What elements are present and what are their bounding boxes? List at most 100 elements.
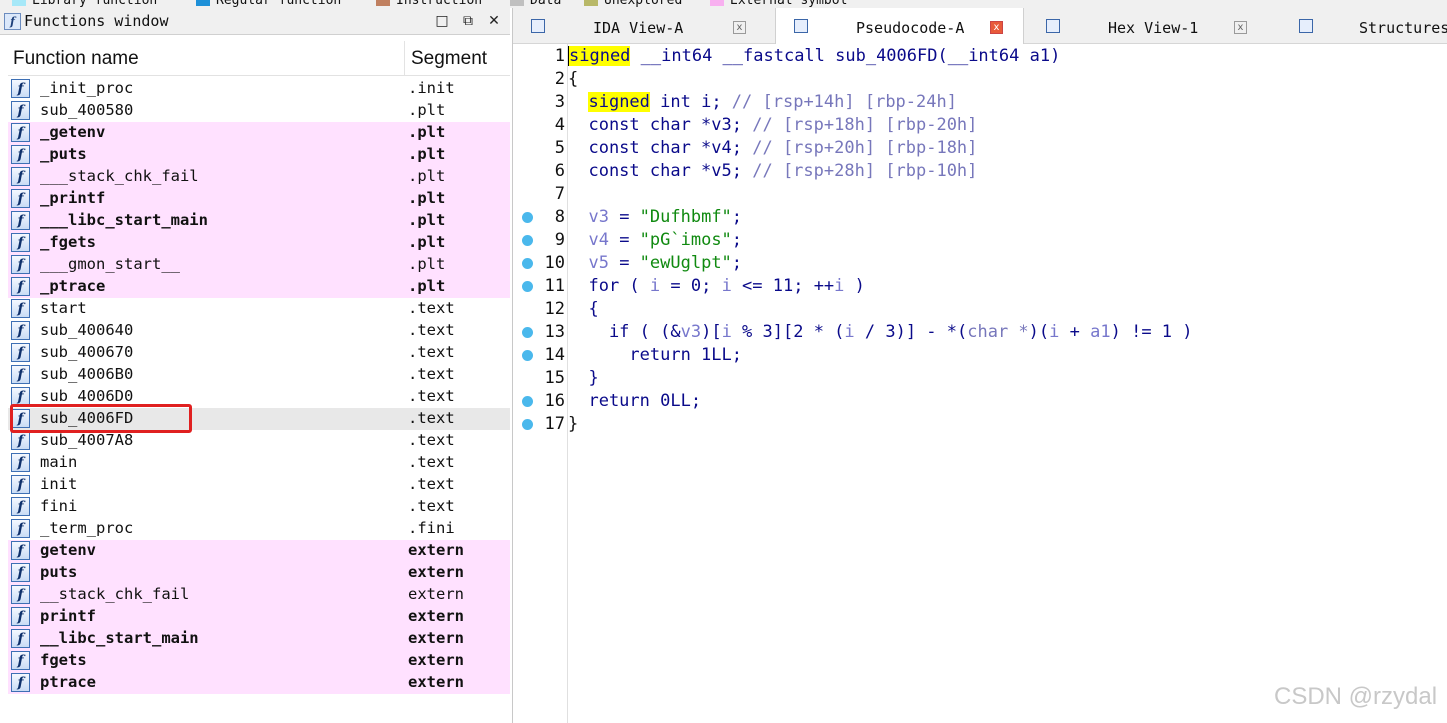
function-row[interactable]: f ___gmon_start__ .plt bbox=[8, 254, 510, 276]
code-line[interactable]: 3 signed int i; // [rsp+14h] [rbp-24h] bbox=[513, 91, 1447, 114]
function-row[interactable]: f __stack_chk_fail extern bbox=[8, 584, 510, 606]
code-token: v4 bbox=[568, 230, 609, 250]
code-token: char * bbox=[967, 322, 1029, 342]
function-segment: extern bbox=[408, 673, 464, 691]
function-row[interactable]: f ptrace extern bbox=[8, 672, 510, 694]
code-token: ; bbox=[731, 230, 743, 250]
function-row[interactable]: f getenv extern bbox=[8, 540, 510, 562]
code-text: if ( (&v3)[i % 3][2 * (i / 3)] - *(char … bbox=[568, 322, 1193, 342]
tab-close-icon[interactable]: x bbox=[990, 21, 1003, 34]
function-row[interactable]: f puts extern bbox=[8, 562, 510, 584]
pseudocode-view[interactable]: 1 signed __int64 __fastcall sub_4006FD(__… bbox=[513, 44, 1447, 723]
gutter-divider bbox=[567, 44, 568, 723]
function-row[interactable]: f _ptrace .plt bbox=[8, 276, 510, 298]
code-token: const char *v4; bbox=[568, 138, 753, 158]
function-row[interactable]: f sub_4006B0 .text bbox=[8, 364, 510, 386]
function-row[interactable]: f _init_proc .init bbox=[8, 78, 510, 100]
code-line[interactable]: 2{ bbox=[513, 68, 1447, 91]
code-token: } bbox=[568, 414, 579, 434]
code-text: signed __int64 __fastcall sub_4006FD(__i… bbox=[568, 46, 1060, 66]
annotation-highlight-box bbox=[10, 404, 192, 433]
tab-hex-view-1[interactable]: Hex View-1 x bbox=[1028, 8, 1274, 43]
code-line[interactable]: 4 const char *v3; // [rsp+18h] [rbp-20h] bbox=[513, 114, 1447, 137]
code-line[interactable]: 12 { bbox=[513, 298, 1447, 321]
function-icon: f bbox=[11, 629, 30, 648]
function-name: printf bbox=[40, 607, 96, 625]
code-line[interactable]: 1 signed __int64 __fastcall sub_4006FD(__… bbox=[513, 45, 1447, 68]
code-token: signed bbox=[568, 46, 631, 66]
function-row[interactable]: f fgets extern bbox=[8, 650, 510, 672]
function-segment: .text bbox=[408, 431, 455, 449]
code-token: v3 bbox=[680, 322, 702, 342]
function-row[interactable]: f start .text bbox=[8, 298, 510, 320]
tab-pseudocode-a[interactable]: Pseudocode-A x bbox=[775, 8, 1024, 44]
code-line[interactable]: 9 v4 = "pG`imos"; bbox=[513, 229, 1447, 252]
column-separator[interactable] bbox=[404, 41, 405, 75]
function-row[interactable]: f _fgets .plt bbox=[8, 232, 510, 254]
legend-bar: Library function Regular function Instruct… bbox=[0, 0, 1447, 8]
code-text: signed int i; // [rsp+14h] [rbp-24h] bbox=[568, 92, 957, 112]
line-number: 1 bbox=[554, 46, 565, 66]
code-line[interactable]: 13 if ( (&v3)[i % 3][2 * (i / 3)] - *(ch… bbox=[513, 321, 1447, 344]
function-name: getenv bbox=[40, 541, 96, 559]
tab-ida-view-a[interactable]: IDA View-A x bbox=[513, 8, 767, 43]
function-row[interactable]: f ___libc_start_main .plt bbox=[8, 210, 510, 232]
function-segment: extern bbox=[408, 629, 464, 647]
code-line[interactable]: 11 for ( i = 0; i <= 11; ++i ) bbox=[513, 275, 1447, 298]
function-segment: .plt bbox=[408, 277, 446, 295]
code-line[interactable]: 17} bbox=[513, 413, 1447, 436]
function-icon: f bbox=[11, 321, 30, 340]
function-row[interactable]: f sub_4007A8 .text bbox=[8, 430, 510, 452]
function-row[interactable]: f main .text bbox=[8, 452, 510, 474]
tab-close-icon[interactable]: x bbox=[733, 21, 746, 34]
code-token: ) != 1 ) bbox=[1110, 322, 1193, 342]
code-line[interactable]: 14 return 1LL; bbox=[513, 344, 1447, 367]
close-icon[interactable]: ✕ bbox=[484, 11, 504, 31]
column-header-segment[interactable]: Segment bbox=[411, 48, 487, 70]
function-icon: f bbox=[11, 255, 30, 274]
code-token: // [rsp+28h] [rbp-10h] bbox=[752, 161, 978, 181]
function-row[interactable]: f init .text bbox=[8, 474, 510, 496]
code-line[interactable]: 16 return 0LL; bbox=[513, 390, 1447, 413]
function-icon: f bbox=[11, 101, 30, 120]
function-icon: f bbox=[11, 277, 30, 296]
function-row[interactable]: f _puts .plt bbox=[8, 144, 510, 166]
function-row[interactable]: f _printf .plt bbox=[8, 188, 510, 210]
column-header-function-name[interactable]: Function name bbox=[13, 48, 139, 70]
legend-swatch bbox=[12, 0, 26, 6]
code-token: for ( bbox=[568, 276, 650, 296]
function-row[interactable]: f printf extern bbox=[8, 606, 510, 628]
code-token: v3 bbox=[568, 207, 609, 227]
restore-icon[interactable]: □ bbox=[432, 11, 452, 31]
tab-structures[interactable]: Structures bbox=[1281, 8, 1447, 43]
legend-swatch bbox=[510, 0, 524, 6]
functions-window-titlebar: f Functions window □ ⧉ ✕ bbox=[0, 8, 510, 35]
code-line[interactable]: 5 const char *v4; // [rsp+20h] [rbp-18h] bbox=[513, 137, 1447, 160]
function-segment: .plt bbox=[408, 101, 446, 119]
code-line[interactable]: 15 } bbox=[513, 367, 1447, 390]
function-row[interactable]: f sub_400640 .text bbox=[8, 320, 510, 342]
code-token: // [rsp+14h] [rbp-24h] bbox=[731, 92, 957, 112]
function-icon: f bbox=[11, 145, 30, 164]
function-row[interactable]: f sub_400670 .text bbox=[8, 342, 510, 364]
tab-close-icon[interactable]: x bbox=[1234, 21, 1247, 34]
legend-swatch bbox=[584, 0, 598, 6]
function-row[interactable]: f ___stack_chk_fail .plt bbox=[8, 166, 510, 188]
code-line[interactable]: 10 v5 = "ewUglpt"; bbox=[513, 252, 1447, 275]
code-text: return 1LL; bbox=[568, 345, 742, 365]
code-token: signed bbox=[588, 92, 650, 112]
code-line[interactable]: 8 v3 = "Dufhbmf"; bbox=[513, 206, 1447, 229]
code-line[interactable]: 7 bbox=[513, 183, 1447, 206]
function-row[interactable]: f _term_proc .fini bbox=[8, 518, 510, 540]
function-row[interactable]: f sub_400580 .plt bbox=[8, 100, 510, 122]
line-number: 4 bbox=[554, 115, 565, 135]
function-name: ptrace bbox=[40, 673, 96, 691]
code-line[interactable]: 6 const char *v5; // [rsp+28h] [rbp-10h] bbox=[513, 160, 1447, 183]
float-icon[interactable]: ⧉ bbox=[458, 11, 478, 31]
function-segment: .text bbox=[408, 343, 455, 361]
function-segment: .text bbox=[408, 387, 455, 405]
legend-item: External symbol bbox=[710, 0, 847, 8]
function-row[interactable]: f _getenv .plt bbox=[8, 122, 510, 144]
function-row[interactable]: f fini .text bbox=[8, 496, 510, 518]
function-row[interactable]: f __libc_start_main extern bbox=[8, 628, 510, 650]
